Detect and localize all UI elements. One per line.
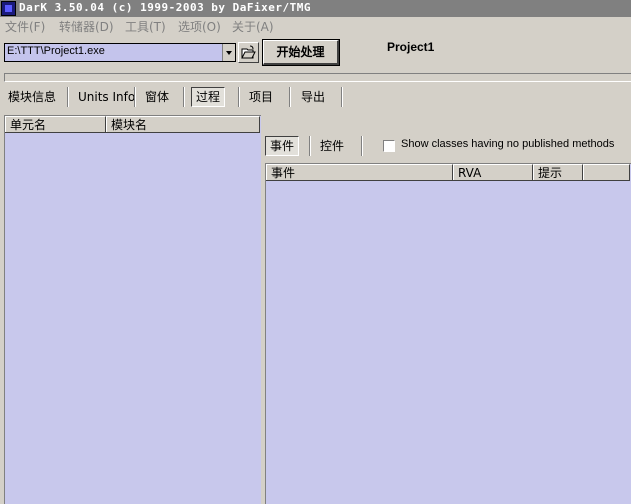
title-bar: DarK 3.50.04 (c) 1999-2003 by DaFixer/TM… — [0, 0, 631, 17]
tab-exports[interactable]: 导出 — [297, 87, 329, 107]
column-header-hint[interactable]: 提示 — [533, 164, 583, 180]
start-process-button[interactable]: 开始处理 — [262, 39, 340, 66]
menu-options[interactable]: 选项(O) — [178, 18, 221, 35]
project-name: Project1 — [387, 40, 435, 54]
column-header-filler — [583, 164, 630, 180]
tab-forms[interactable]: 窗体 — [141, 87, 173, 107]
tab-separator — [183, 87, 185, 107]
tab-procedures[interactable]: 过程 — [191, 87, 226, 107]
progress-bar — [4, 73, 631, 82]
menu-tools[interactable]: 工具(T) — [125, 18, 166, 35]
tab-separator — [289, 87, 291, 107]
app-logo-icon[interactable] — [1, 1, 16, 16]
tab-separator — [67, 87, 69, 107]
file-path-combobox[interactable]: E:\TTT\Project1.exe — [4, 43, 236, 62]
column-header-rva[interactable]: RVA — [453, 164, 533, 180]
events-list[interactable]: 事件 RVA 提示 — [265, 163, 631, 504]
window-title: DarK 3.50.04 (c) 1999-2003 by DaFixer/TM… — [19, 1, 312, 14]
units-list-header: 单元名 模块名 — [5, 116, 260, 133]
subtab-controls[interactable]: 控件 — [316, 136, 348, 156]
show-unpublished-label[interactable]: Show classes having no published methods — [401, 138, 614, 150]
tab-units-info[interactable]: Units Info — [74, 87, 139, 107]
tab-project[interactable]: 项目 — [245, 87, 277, 107]
subtab-separator — [361, 136, 363, 156]
tab-module-info[interactable]: 模块信息 — [4, 87, 60, 107]
tab-separator — [134, 87, 136, 107]
units-list[interactable]: 单元名 模块名 — [4, 115, 261, 504]
menu-about[interactable]: 关于(A) — [232, 18, 274, 35]
tab-separator — [341, 87, 343, 107]
open-file-button[interactable] — [238, 42, 259, 63]
show-unpublished-checkbox[interactable] — [383, 140, 395, 152]
file-path-value[interactable]: E:\TTT\Project1.exe — [7, 45, 105, 57]
menu-file[interactable]: 文件(F) — [5, 18, 45, 35]
menu-dumper[interactable]: 转储器(D) — [59, 18, 114, 35]
open-folder-icon — [241, 45, 256, 59]
column-header-event[interactable]: 事件 — [266, 164, 453, 180]
column-header-unit-name[interactable]: 单元名 — [5, 116, 106, 132]
chevron-down-icon[interactable] — [222, 44, 235, 61]
column-header-module-name[interactable]: 模块名 — [106, 116, 260, 132]
events-list-header: 事件 RVA 提示 — [266, 164, 630, 181]
subtab-events[interactable]: 事件 — [265, 136, 300, 156]
subtab-separator — [309, 136, 311, 156]
tab-separator — [238, 87, 240, 107]
